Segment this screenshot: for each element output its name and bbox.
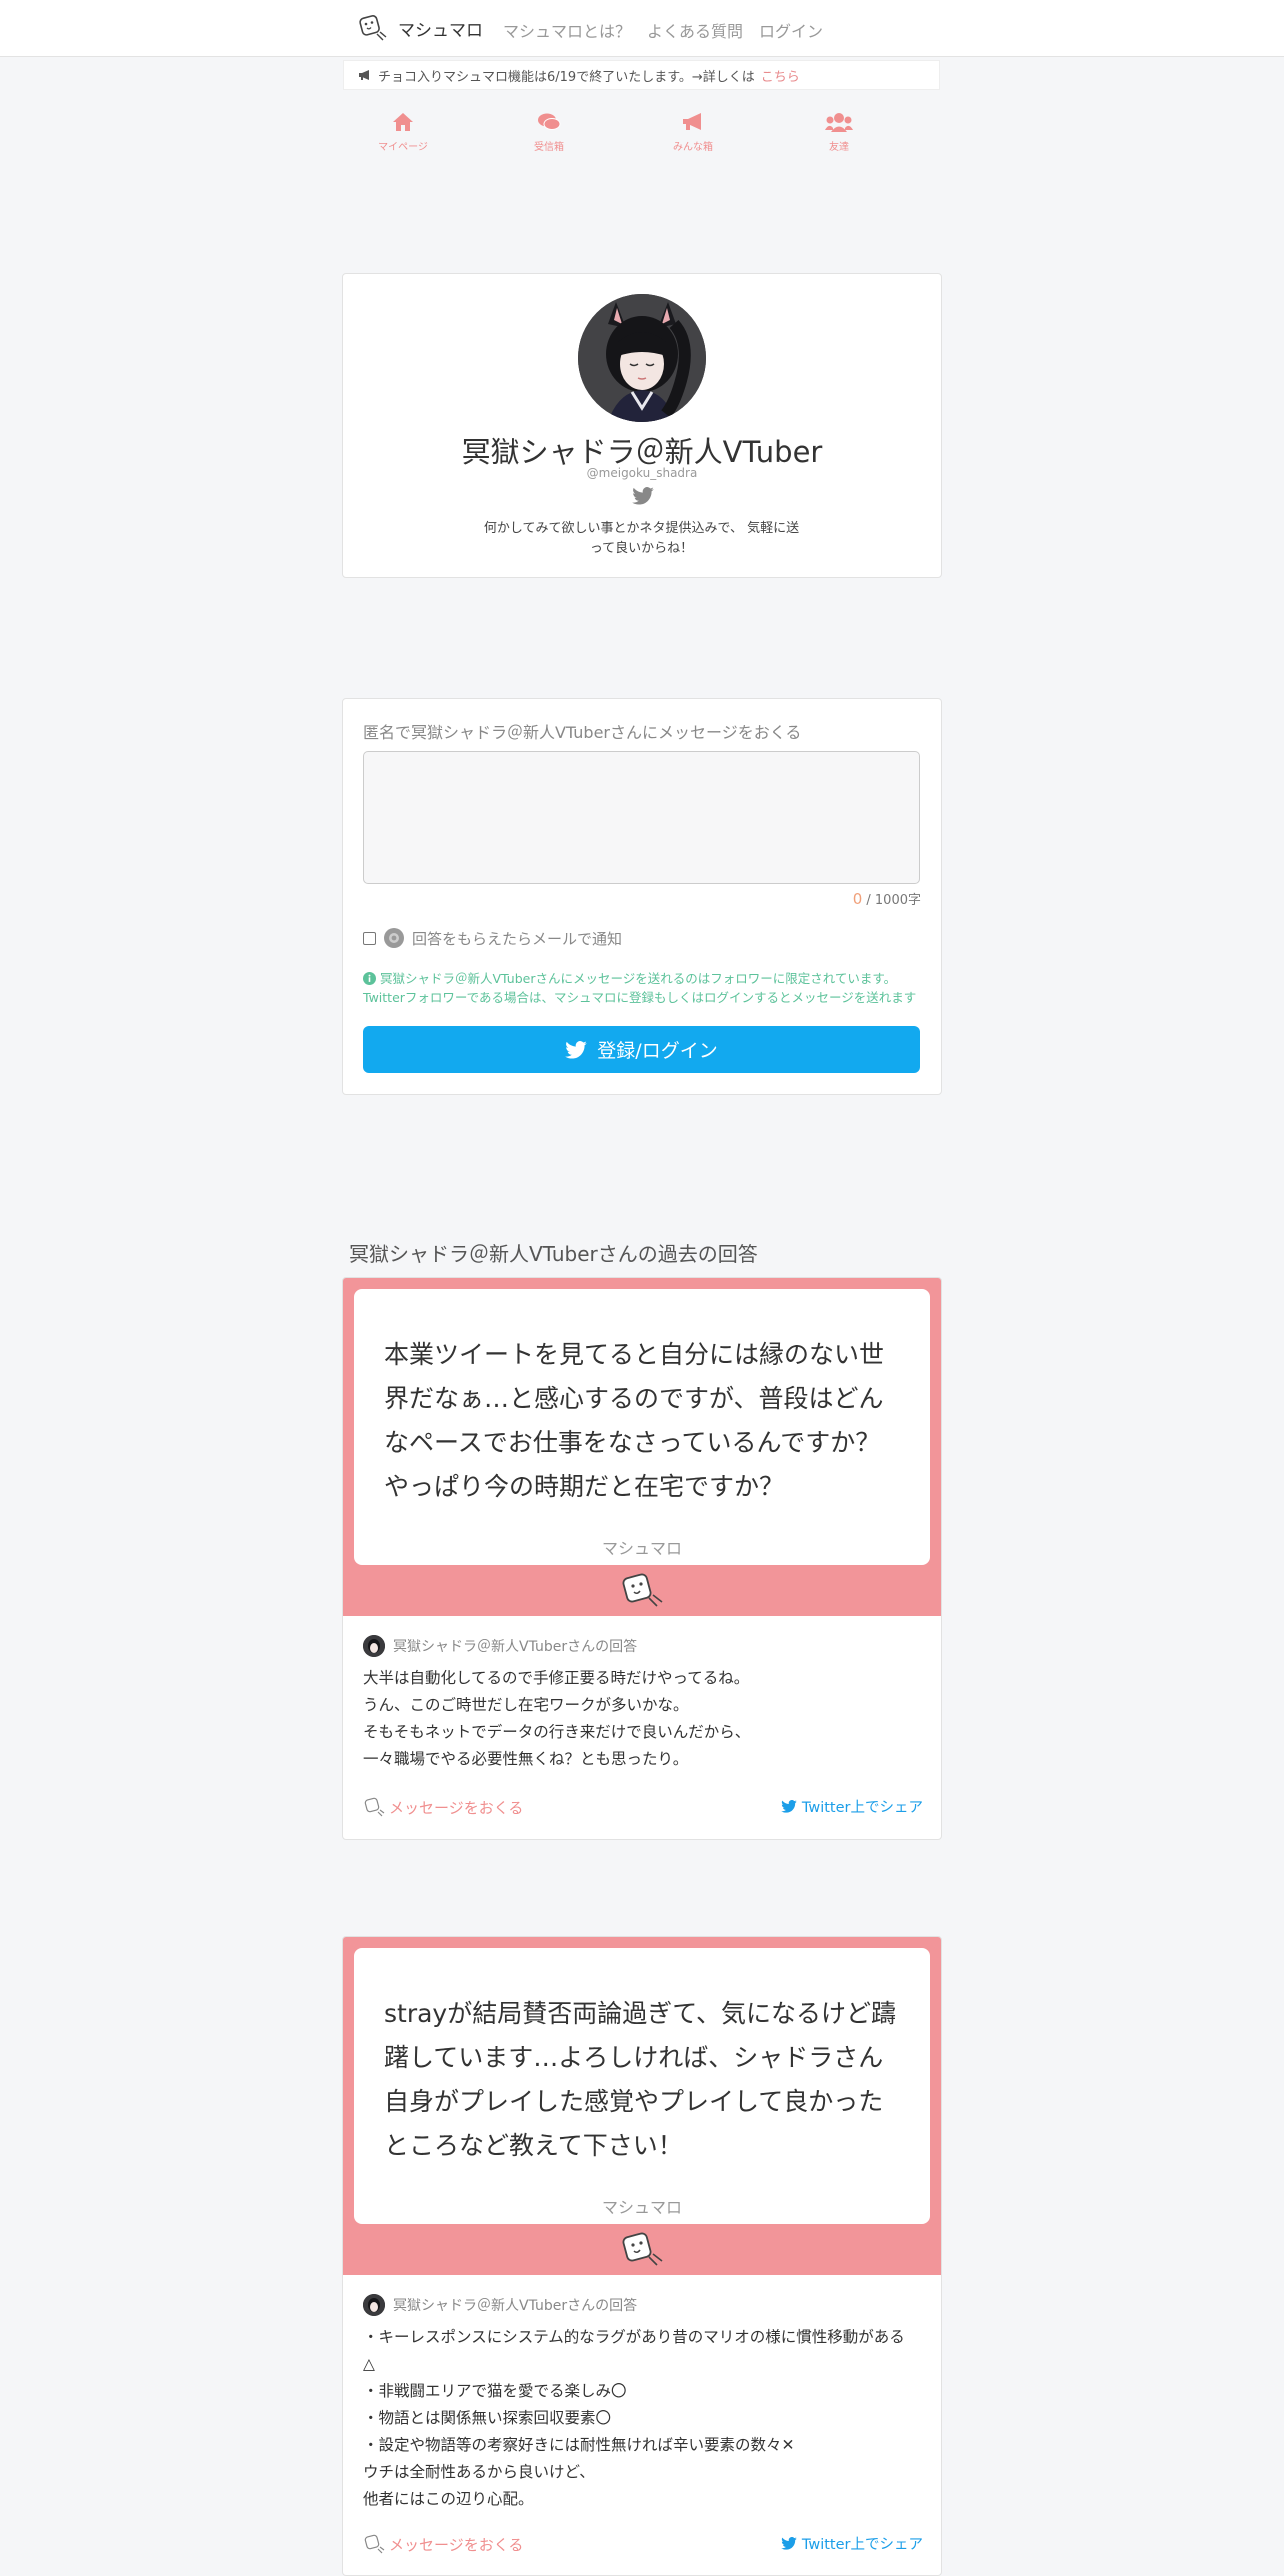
- brand-name: マシュマロ: [398, 20, 483, 41]
- send-message-label: メッセージをおくる: [389, 2535, 524, 2554]
- profile-bio: 何かしてみて欲しい事とかネタ提供込みで、 気軽に送って良いからね！: [483, 521, 800, 556]
- profile-name: 冥獄シャドラ＠新人VTuber: [461, 435, 823, 469]
- question-text: 本業ツイートを見てると自分には縁のない世界だなぁ…と感心するのですが、普段はどん…: [384, 1340, 885, 1501]
- form-label: 匿名で冥獄シャドラ＠新人VTuberさんにメッセージをおくる: [363, 723, 802, 742]
- question-box[interactable]: 本業ツイートを見てると自分には縁のない世界だなぁ…と感心するのですが、普段はどん…: [354, 1289, 930, 1565]
- answer-header: 冥獄シャドラ＠新人VTuberさんの回答: [363, 2294, 637, 2316]
- qa-card: strayが結局賛否両論過ぎて、気になるけど躊躇しています…よろしければ、シャド…: [342, 1936, 942, 2576]
- announcement-text: チョコ入りマシュマロ機能は6/19で終了いたします。→詳しくは: [378, 69, 755, 85]
- answer-header-text: 冥獄シャドラ＠新人VTuberさんの回答: [393, 1639, 638, 1655]
- qa-card: 本業ツイートを見てると自分には縁のない世界だなぁ…と感心するのですが、普段はどん…: [342, 1277, 942, 1840]
- answer-header: 冥獄シャドラ＠新人VTuberさんの回答: [363, 1635, 637, 1657]
- email-notify-label: 回答をもらえたらメールで通知: [412, 929, 623, 948]
- twitter-share-link[interactable]: Twitter上でシェア: [781, 2533, 923, 2554]
- question-brand: マシュマロ: [601, 1539, 682, 1558]
- tab-mypage[interactable]: マイページ: [343, 112, 463, 153]
- marshmallow-logo-icon: [622, 1573, 663, 1607]
- message-form-card: 匿名で冥獄シャドラ＠新人VTuberさんにメッセージをおくる 0 / 1000字…: [342, 698, 942, 1095]
- marshmallow-logo-icon: [622, 2232, 663, 2266]
- answerer-avatar: [363, 2294, 385, 2316]
- info-icon: [363, 972, 376, 985]
- follower-notice: 冥獄シャドラ＠新人VTuberさんにメッセージを送れるのはフォロワーに限定されて…: [363, 969, 920, 1007]
- answerer-avatar: [363, 1635, 385, 1657]
- twitter-share-label: Twitter上でシェア: [801, 2537, 923, 2553]
- follower-notice-text: 冥獄シャドラ＠新人VTuberさんにメッセージを送れるのはフォロワーに限定されて…: [363, 971, 917, 1005]
- answer-header-text: 冥獄シャドラ＠新人VTuberさんの回答: [393, 2298, 638, 2314]
- home-icon: [393, 113, 413, 131]
- char-counter: 0 / 1000字: [853, 889, 921, 908]
- profile-handle: @meigoku_shadra: [586, 466, 698, 480]
- past-answers-title: 冥獄シャドラ＠新人VTuberさんの過去の回答: [349, 1242, 758, 1266]
- message-textarea[interactable]: [363, 751, 920, 884]
- tab-everyone-box[interactable]: みんな箱: [633, 112, 753, 153]
- tab-label: 受信箱: [534, 142, 564, 153]
- send-message-link[interactable]: メッセージをおくる: [363, 2533, 523, 2555]
- char-count: 0: [852, 890, 863, 908]
- answer-footer: メッセージをおくる Twitter上でシェア: [363, 1796, 923, 1818]
- tab-inbox[interactable]: 受信箱: [489, 112, 609, 153]
- question-text: strayが結局賛否両論過ぎて、気になるけど躊躇しています…よろしければ、シャド…: [384, 1999, 896, 2160]
- navbar: マシュマロ マシュマロとは？ よくある質問 ログイン: [0, 0, 1284, 57]
- login-button-label: 登録/ログイン: [597, 1040, 718, 1062]
- email-notify-checkbox[interactable]: [363, 931, 376, 945]
- profile-avatar: [578, 294, 706, 422]
- profile-card: 冥獄シャドラ＠新人VTuber @meigoku_shadra 何かしてみて欲し…: [342, 273, 942, 578]
- tab-label: 友達: [829, 142, 849, 153]
- marshmallow-logo-icon: [364, 2534, 385, 2554]
- marshmallow-logo-icon: [364, 1797, 385, 1817]
- comments-icon: [538, 113, 561, 130]
- char-max: / 1000字: [866, 893, 921, 908]
- bullhorn-icon: [359, 70, 369, 80]
- question-box[interactable]: strayが結局賛否両論過ぎて、気になるけど躊躇しています…よろしければ、シャド…: [354, 1948, 930, 2224]
- twitter-share-label: Twitter上でシェア: [801, 1800, 923, 1816]
- nav-link-faq[interactable]: よくある質問: [647, 18, 743, 42]
- login-button[interactable]: 登録/ログイン: [363, 1026, 920, 1073]
- announcement-bar: チョコ入りマシュマロ機能は6/19で終了いたします。→詳しくは こちら: [343, 60, 940, 90]
- answer-text: 大半は自動化してるので手修正要る時だけやってるね。 うん、このご時世だし在宅ワー…: [363, 1669, 751, 1768]
- marshmallow-logo-icon: [359, 15, 387, 41]
- nav-link-about[interactable]: マシュマロとは？: [503, 18, 631, 42]
- tab-label: マイページ: [378, 142, 428, 153]
- twitter-share-link[interactable]: Twitter上でシェア: [781, 1796, 923, 1817]
- nav-link-login[interactable]: ログイン: [759, 18, 823, 42]
- twitter-icon: [781, 2537, 797, 2550]
- email-notify-option: 回答をもらえたらメールで通知: [363, 927, 622, 949]
- bullhorn-icon: [683, 113, 701, 130]
- send-message-label: メッセージをおくる: [389, 1798, 524, 1817]
- users-icon: [825, 113, 853, 132]
- twitter-icon[interactable]: [632, 487, 654, 505]
- tab-bar: マイページ 受信箱 みんな箱 友達: [343, 112, 940, 172]
- tab-friends[interactable]: 友達: [779, 112, 899, 153]
- answer-footer: メッセージをおくる Twitter上でシェア: [363, 2533, 923, 2555]
- answer-text: ・キーレスポンスにシステム的なラグがあり昔のマリオの様に慣性移動がある△ ・非戦…: [363, 2328, 905, 2508]
- tab-label: みんな箱: [673, 142, 713, 153]
- announcement-link[interactable]: こちら: [761, 66, 800, 85]
- avatar-image: [578, 294, 706, 422]
- twitter-icon: [781, 1800, 797, 1813]
- question-panel: strayが結局賛否両論過ぎて、気になるけど躊躇しています…よろしければ、シャド…: [343, 1937, 941, 2275]
- send-message-link[interactable]: メッセージをおくる: [363, 1796, 523, 1818]
- question-brand: マシュマロ: [601, 2198, 682, 2217]
- twitter-icon: [565, 1040, 588, 1059]
- gear-icon: [384, 928, 404, 948]
- brand-logo-link[interactable]: マシュマロ: [356, 12, 483, 44]
- question-panel: 本業ツイートを見てると自分には縁のない世界だなぁ…と感心するのですが、普段はどん…: [343, 1278, 941, 1616]
